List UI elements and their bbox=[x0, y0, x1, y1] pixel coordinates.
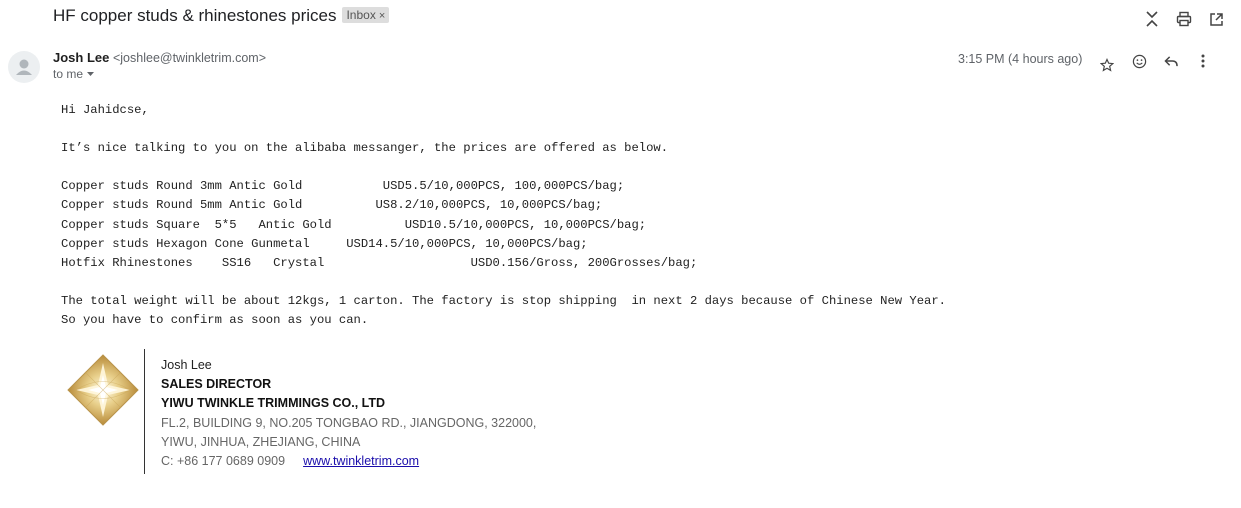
price-line: Copper studs Round 5mm Antic Gold US8.2/… bbox=[61, 198, 603, 213]
signature-address-line: FL.2, BUILDING 9, NO.205 TONGBAO RD., JI… bbox=[161, 415, 537, 430]
remove-label-icon[interactable]: × bbox=[379, 10, 385, 22]
signature-address-line: YIWU, JINHUA, ZHEJIANG, CHINA bbox=[161, 434, 361, 449]
avatar[interactable] bbox=[8, 51, 40, 83]
price-line: Copper studs Hexagon Cone Gunmetal USD14… bbox=[61, 236, 588, 251]
intro-line: It’s nice talking to you on the alibaba … bbox=[61, 141, 669, 156]
closing-line: The total weight will be about 12kgs, 1 … bbox=[61, 293, 946, 308]
price-line: Copper studs Round 3mm Antic Gold USD5.5… bbox=[61, 179, 625, 194]
price-line: Copper studs Square 5*5 Antic Gold USD10… bbox=[61, 217, 647, 232]
message-body: Hi Jahidcse, It’s nice talking to you on… bbox=[61, 101, 946, 330]
message-actions bbox=[1096, 50, 1214, 76]
chevron-down-icon[interactable] bbox=[86, 67, 95, 81]
signature-block: Josh Lee SALES DIRECTOR YIWU TWINKLE TRI… bbox=[161, 356, 536, 471]
signature-divider bbox=[144, 349, 145, 474]
signature-name: Josh Lee bbox=[161, 358, 212, 372]
company-logo bbox=[66, 353, 140, 427]
subject-text: HF copper studs & rhinestones prices bbox=[53, 6, 337, 25]
sender-name[interactable]: Josh Lee bbox=[53, 50, 109, 65]
collapse-icon[interactable] bbox=[1141, 8, 1163, 30]
emoji-icon[interactable] bbox=[1128, 50, 1150, 72]
greeting-line: Hi Jahidcse, bbox=[61, 103, 149, 117]
sender-email: <joshlee@twinkletrim.com> bbox=[112, 51, 267, 65]
recipient-text: to me bbox=[53, 67, 84, 81]
open-new-window-icon[interactable] bbox=[1205, 8, 1227, 30]
email-subject: HF copper studs & rhinestones prices Inbo… bbox=[53, 6, 390, 26]
inbox-label-text: Inbox bbox=[346, 8, 376, 22]
inbox-label[interactable]: Inbox × bbox=[342, 7, 390, 23]
more-vertical-icon[interactable] bbox=[1192, 50, 1214, 72]
message-time: 3:15 PM (4 hours ago) bbox=[958, 52, 1083, 66]
signature-title: SALES DIRECTOR bbox=[161, 377, 272, 392]
reply-icon[interactable] bbox=[1160, 50, 1182, 72]
recipient-details[interactable]: to me bbox=[53, 67, 95, 81]
signature-phone: C: +86 177 0689 0909 bbox=[161, 454, 286, 469]
print-icon[interactable] bbox=[1173, 8, 1195, 30]
sender-info: Josh Lee <joshlee@twinkletrim.com> bbox=[53, 50, 266, 65]
thread-toolbar bbox=[1141, 8, 1227, 30]
price-line: Hotfix Rhinestones SS16 Crystal USD0.156… bbox=[61, 255, 698, 270]
closing-line: So you have to confirm as soon as you ca… bbox=[61, 313, 369, 328]
signature-company: YIWU TWINKLE TRIMMINGS CO., LTD bbox=[161, 396, 386, 411]
star-icon[interactable] bbox=[1096, 54, 1118, 76]
signature-contact-line: C: +86 177 0689 0909 www.twinkletrim.com bbox=[161, 452, 536, 471]
website-link[interactable]: www.twinkletrim.com bbox=[303, 454, 419, 468]
